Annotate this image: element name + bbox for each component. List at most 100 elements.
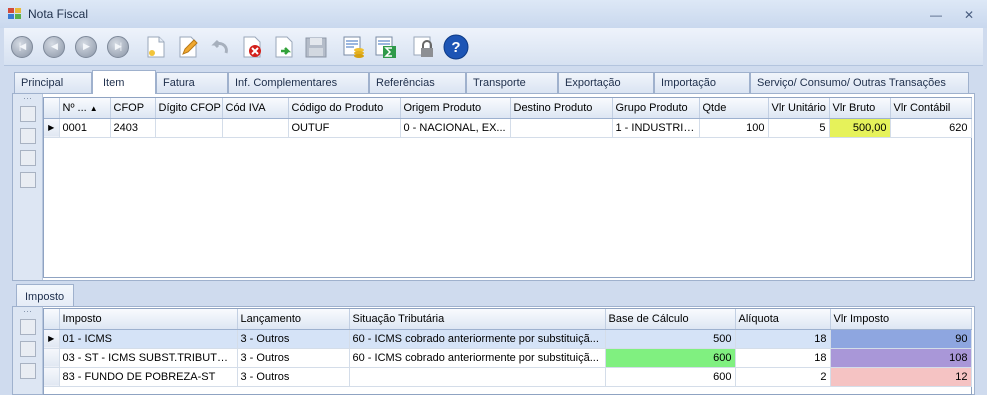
tab-servico-consumo[interactable]: Serviço/ Consumo/ Outras Transações xyxy=(750,72,969,94)
col-header-origem-produto[interactable]: Origem Produto xyxy=(400,98,511,119)
delete-icon xyxy=(243,36,261,57)
tab-inf-complementares[interactable]: Inf. Complementares xyxy=(228,72,369,94)
tab-imposto[interactable]: Imposto xyxy=(16,284,74,308)
cell-imposto[interactable]: 03 - ST - ICMS SUBST.TRIBUTÁRIA xyxy=(59,348,238,368)
cell-situacao[interactable]: 60 - ICMS cobrado anteriormente por subs… xyxy=(349,348,606,368)
save-button[interactable] xyxy=(302,33,329,61)
cell-vlr-bruto[interactable]: 500,00 xyxy=(829,118,891,138)
cell-aliquota[interactable]: 18 xyxy=(735,329,831,349)
cell-grupo-produto[interactable]: 1 - INDUSTRIA... xyxy=(612,118,700,138)
cell-lancamento[interactable]: 3 - Outros xyxy=(237,348,350,368)
edit-pencil-icon xyxy=(179,36,198,57)
tab-label: Referências xyxy=(376,77,435,89)
col-header-cod-iva[interactable]: Cód IVA xyxy=(222,98,289,119)
tab-referencias[interactable]: Referências xyxy=(369,72,466,94)
previous-record-button[interactable]: ◀ xyxy=(40,33,67,61)
help-button[interactable]: ? xyxy=(442,33,469,61)
add-row-icon[interactable] xyxy=(19,319,36,335)
col-header-digito-cfop[interactable]: Dígito CFOP xyxy=(155,98,223,119)
cell-cod-iva[interactable] xyxy=(222,118,289,138)
edit-row-icon[interactable] xyxy=(19,341,36,357)
table-row[interactable]: ▶ 0001 2403 OUTUF 0 - NACIONAL, EX... 1 … xyxy=(44,118,972,138)
first-record-button[interactable]: |◀ xyxy=(8,33,35,61)
cell-aliquota[interactable]: 18 xyxy=(735,348,831,368)
col-header-aliquota[interactable]: Alíquota xyxy=(735,309,831,330)
cell-base[interactable]: 600 xyxy=(605,348,736,368)
minimize-button[interactable]: — xyxy=(926,6,946,24)
tab-transporte[interactable]: Transporte xyxy=(466,72,558,94)
cell-base[interactable]: 500 xyxy=(605,329,736,349)
cell-aliquota[interactable]: 2 xyxy=(735,367,831,387)
tab-importacao[interactable]: Importação xyxy=(654,72,750,94)
cell-situacao[interactable]: 60 - ICMS cobrado anteriormente por subs… xyxy=(349,329,606,349)
remove-row-icon[interactable] xyxy=(19,172,36,188)
item-panel: ··· Nº ... ▲ CFOP Dígito CFOP Cód IVA Có… xyxy=(12,93,975,281)
copy-row-icon[interactable] xyxy=(19,150,36,166)
tab-exportacao[interactable]: Exportação xyxy=(558,72,654,94)
cell-codigo-produto[interactable]: OUTUF xyxy=(288,118,401,138)
tab-principal[interactable]: Principal xyxy=(14,72,92,94)
tab-fatura[interactable]: Fatura xyxy=(156,72,228,94)
table-row[interactable]: 03 - ST - ICMS SUBST.TRIBUTÁRIA 3 - Outr… xyxy=(44,348,972,368)
col-header-lancamento[interactable]: Lançamento xyxy=(237,309,350,330)
cell-vlr-imposto[interactable]: 12 xyxy=(830,367,972,387)
col-label: Nº ... xyxy=(62,101,87,114)
col-header-qtde[interactable]: Qtde xyxy=(699,98,769,119)
tab-label: Fatura xyxy=(163,77,195,89)
table-row[interactable]: 83 - FUNDO DE POBREZA-ST 3 - Outros 600 … xyxy=(44,367,972,387)
grip-handle[interactable]: ··· xyxy=(13,94,42,106)
cell-situacao[interactable] xyxy=(349,367,606,387)
cell-origem-produto[interactable]: 0 - NACIONAL, EX... xyxy=(400,118,511,138)
cell-vlr-imposto[interactable]: 90 xyxy=(830,329,972,349)
new-document-button[interactable] xyxy=(142,33,169,61)
col-header-vlr-contabil[interactable]: Vlr Contábil xyxy=(890,98,972,119)
delete-button[interactable] xyxy=(238,33,265,61)
col-header-numero[interactable]: Nº ... ▲ xyxy=(59,98,111,119)
cell-qtde[interactable]: 100 xyxy=(699,118,769,138)
tab-item[interactable]: Item xyxy=(92,70,156,94)
close-button[interactable]: ✕ xyxy=(959,6,979,24)
last-record-icon: ▶| xyxy=(106,35,129,58)
col-header-vlr-unitario[interactable]: Vlr Unitário xyxy=(768,98,830,119)
col-header-situacao-tributaria[interactable]: Situação Tributária xyxy=(349,309,606,330)
col-header-destino-produto[interactable]: Destino Produto xyxy=(510,98,613,119)
cell-vlr-unitario[interactable]: 5 xyxy=(768,118,830,138)
table-row[interactable]: ▶ 01 - ICMS 3 - Outros 60 - ICMS cobrado… xyxy=(44,329,972,349)
imposto-grid: Imposto Lançamento Situação Tributária B… xyxy=(43,308,972,395)
last-record-button[interactable]: ▶| xyxy=(104,33,131,61)
next-record-button[interactable]: ▶ xyxy=(72,33,99,61)
col-header-base-calculo[interactable]: Base de Cálculo xyxy=(605,309,736,330)
cell-vlr-contabil[interactable]: 620 xyxy=(890,118,972,138)
cell-imposto[interactable]: 83 - FUNDO DE POBREZA-ST xyxy=(59,367,238,387)
col-header-cfop[interactable]: CFOP xyxy=(110,98,156,119)
undo-button[interactable] xyxy=(206,33,233,61)
cell-vlr-imposto[interactable]: 108 xyxy=(830,348,972,368)
tab-label: Importação xyxy=(661,77,717,89)
tab-label: Inf. Complementares xyxy=(235,77,338,89)
export-button[interactable] xyxy=(270,33,297,61)
col-header-vlr-imposto[interactable]: Vlr Imposto xyxy=(830,309,972,330)
remove-row-icon[interactable] xyxy=(19,363,36,379)
col-header-imposto[interactable]: Imposto xyxy=(59,309,238,330)
cell-numero[interactable]: 0001 xyxy=(59,118,111,138)
report-button[interactable] xyxy=(340,33,367,61)
add-row-icon[interactable] xyxy=(19,106,36,122)
cell-digito-cfop[interactable] xyxy=(155,118,223,138)
grip-handle[interactable]: ··· xyxy=(13,307,42,319)
col-header-grupo-produto[interactable]: Grupo Produto xyxy=(612,98,700,119)
cell-cfop[interactable]: 2403 xyxy=(110,118,156,138)
tab-label: Imposto xyxy=(25,291,65,303)
tab-label: Item xyxy=(103,77,125,89)
edit-row-icon[interactable] xyxy=(19,128,36,144)
col-header-vlr-bruto[interactable]: Vlr Bruto xyxy=(829,98,891,119)
row-indicator-icon: ▶ xyxy=(44,118,60,138)
cell-lancamento[interactable]: 3 - Outros xyxy=(237,329,350,349)
lock-button[interactable] xyxy=(410,33,437,61)
cell-lancamento[interactable]: 3 - Outros xyxy=(237,367,350,387)
col-header-codigo-produto[interactable]: Código do Produto xyxy=(288,98,401,119)
cell-imposto[interactable]: 01 - ICMS xyxy=(59,329,238,349)
calculate-button[interactable] xyxy=(372,33,399,61)
cell-destino-produto[interactable] xyxy=(510,118,613,138)
edit-button[interactable] xyxy=(174,33,201,61)
cell-base[interactable]: 600 xyxy=(605,367,736,387)
